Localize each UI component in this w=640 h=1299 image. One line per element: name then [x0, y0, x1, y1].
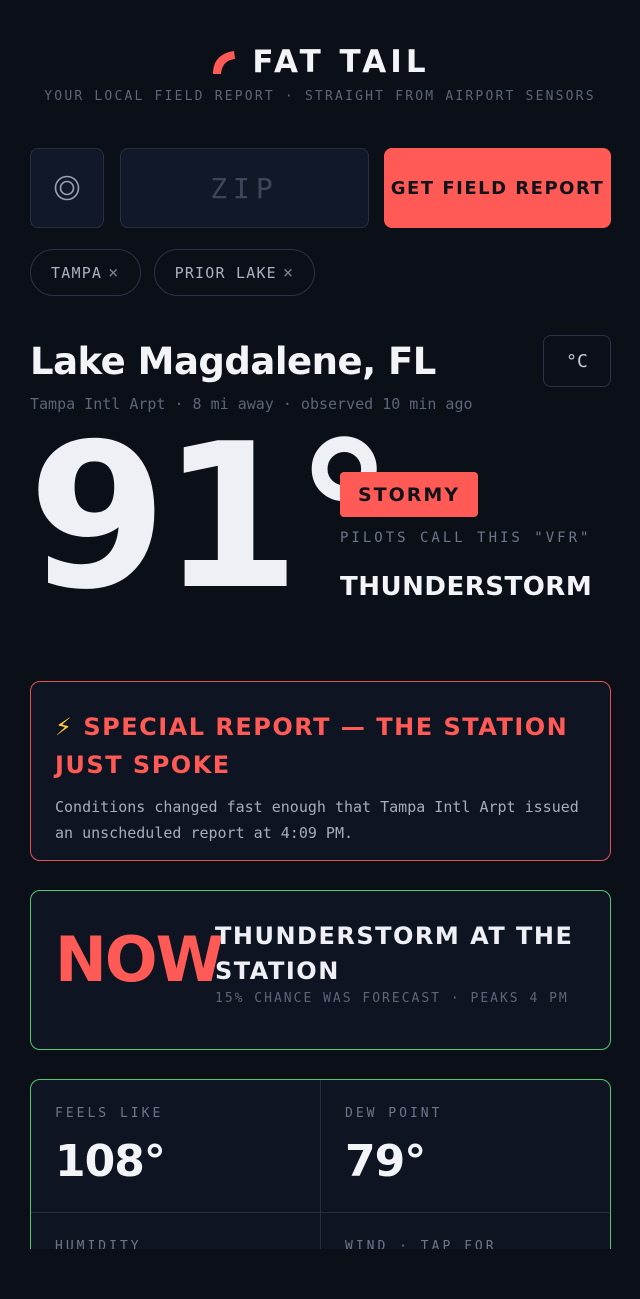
- current-temperature: 91°: [28, 401, 394, 634]
- now-title: THUNDERSTORM AT THE STATION: [215, 922, 574, 985]
- chip-label: PRIOR LAKE: [174, 263, 277, 282]
- stat-value: 108°: [55, 1136, 166, 1187]
- current-condition: THUNDERSTORM: [340, 572, 593, 602]
- pilot-note: PILOTS CALL THIS "VFR": [340, 530, 592, 546]
- app-title: FAT TAIL: [252, 44, 430, 80]
- special-report-title: ⚡ SPECIAL REPORT — THE STATION JUST SPOKE: [55, 708, 586, 784]
- viewport-bottom-edge: [0, 1249, 640, 1299]
- zip-input[interactable]: [120, 148, 369, 228]
- saved-location-chip-prior-lake[interactable]: PRIOR LAKE ×: [153, 249, 316, 296]
- status-badge: STORMY: [340, 472, 479, 517]
- now-label: NOW: [55, 923, 224, 996]
- special-report-card: ⚡ SPECIAL REPORT — THE STATION JUST SPOKE…: [30, 681, 611, 861]
- tagline: YOUR LOCAL FIELD REPORT · STRAIGHT FROM …: [44, 89, 596, 104]
- saved-location-chip-tampa[interactable]: TAMPA ×: [30, 249, 141, 296]
- stat-label: DEW POINT: [345, 1106, 443, 1121]
- stat-feels-like: FEELS LIKE 108°: [31, 1080, 320, 1212]
- app-page: FAT TAIL YOUR LOCAL FIELD REPORT · STRAI…: [0, 0, 640, 1299]
- stat-value: 79°: [345, 1136, 426, 1187]
- unit-toggle-button[interactable]: °C: [543, 335, 611, 387]
- location-name: Lake Magdalene, FL: [30, 340, 436, 383]
- get-field-report-button[interactable]: GET FIELD REPORT: [384, 148, 611, 228]
- target-icon: [54, 175, 80, 201]
- chip-label: TAMPA: [51, 263, 103, 282]
- now-card: NOW THUNDERSTORM AT THE STATION 15% CHAN…: [30, 890, 611, 1050]
- saved-locations: TAMPA × PRIOR LAKE ×: [30, 249, 316, 296]
- stat-dew-point: DEW POINT 79°: [320, 1080, 609, 1212]
- stat-label: FEELS LIKE: [55, 1106, 164, 1121]
- brand-header: FAT TAIL: [0, 44, 640, 80]
- special-report-body: Conditions changed fast enough that Tamp…: [55, 798, 579, 842]
- locate-me-button[interactable]: [30, 148, 104, 228]
- close-icon[interactable]: ×: [108, 263, 119, 283]
- lightning-icon: ⚡: [55, 713, 74, 741]
- fat-tail-logo-icon: [213, 51, 236, 74]
- close-icon[interactable]: ×: [283, 263, 294, 283]
- now-subtitle: 15% CHANCE WAS FORECAST · PEAKS 4 PM: [215, 991, 569, 1006]
- special-report-title-text: SPECIAL REPORT — THE STATION JUST SPOKE: [55, 713, 569, 779]
